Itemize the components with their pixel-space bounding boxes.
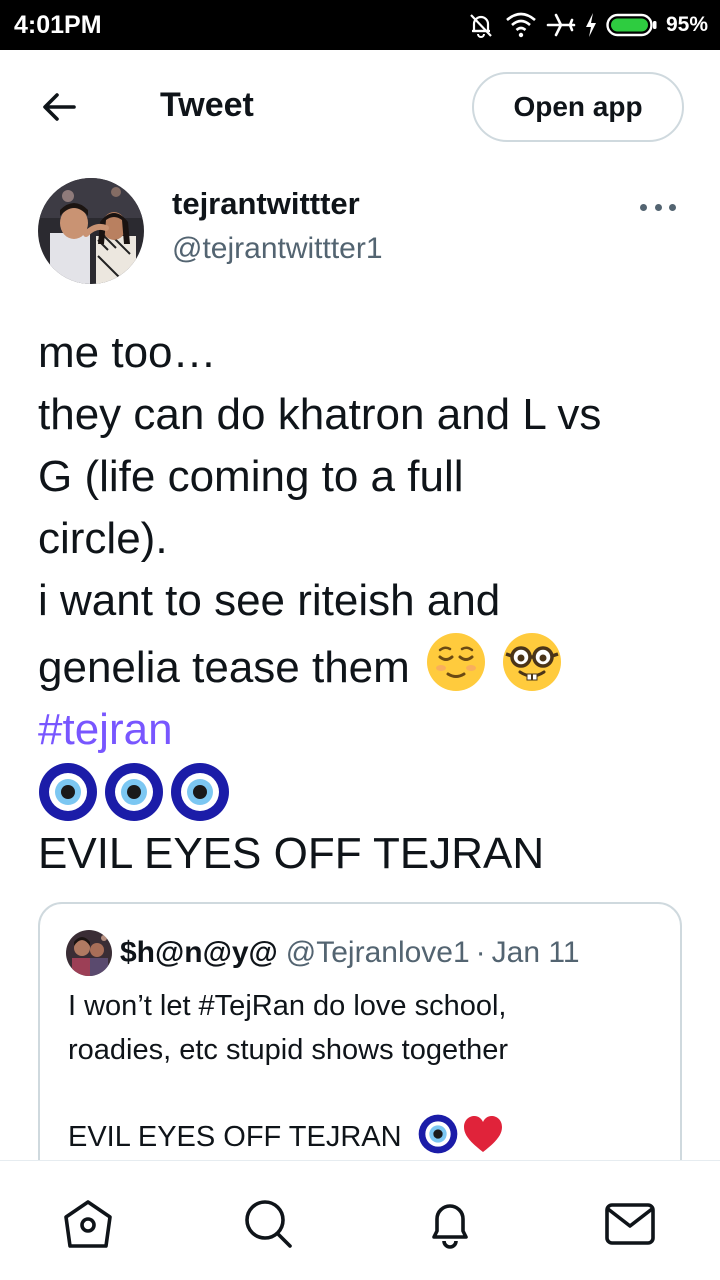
tweet-text: me too… they can do khatron and L vs G (… [38, 322, 698, 885]
battery-percentage: 95% [665, 13, 708, 36]
quoted-tweet-date: Jan 11 [491, 936, 580, 969]
messages-icon [605, 1203, 655, 1245]
header: Tweet Open app [0, 50, 720, 162]
battery-icon [606, 13, 657, 37]
quoted-text-line: roadies, etc stupid shows together [68, 1034, 509, 1066]
author-handle[interactable]: @tejrantwittter1 [172, 232, 383, 266]
quoted-tweet[interactable]: $h@n@y@ @Tejranlove1 · Jan 11 I won’t le… [38, 902, 682, 1202]
separator-dot: · [475, 936, 486, 969]
tweet-line: me too… [38, 328, 217, 377]
quoted-tweet-header: $h@n@y@ @Tejranlove1 · Jan 11 [66, 930, 580, 976]
nazar-amulet-emoji [105, 763, 163, 821]
tweet-line: G (life coming to a full [38, 452, 464, 501]
nazar-amulet-emoji [39, 763, 97, 821]
status-time: 4:01PM [14, 11, 102, 39]
open-app-button[interactable]: Open app [472, 72, 684, 142]
back-button[interactable] [34, 84, 84, 130]
more-options-button[interactable] [636, 192, 680, 222]
hashtag-link[interactable]: #tejran [38, 699, 698, 761]
status-bar: 4:01PM 95% [0, 0, 720, 50]
tweet-line: circle). [38, 514, 168, 563]
bottom-navigation [0, 1160, 720, 1280]
notifications-off-icon [470, 14, 492, 38]
arrow-left-icon [43, 93, 76, 121]
nav-home-button[interactable] [58, 1197, 118, 1251]
tweet-line-with-emoji: genelia tease them [38, 632, 698, 699]
notifications-icon [432, 1204, 468, 1249]
home-icon [64, 1200, 112, 1248]
nazar-amulet-emoji [418, 1114, 457, 1154]
more-dots-icon [640, 203, 647, 211]
tweet-line: EVIL EYES OFF TEJRAN [38, 829, 545, 878]
tweet-line: they can do khatron and L vs [38, 390, 602, 439]
tweet-line: genelia tease them [38, 643, 410, 692]
author-name[interactable]: tejrantwittter [172, 186, 360, 222]
red-heart-emoji [463, 1116, 502, 1152]
nav-messages-button[interactable] [600, 1197, 660, 1251]
quoted-text-line-with-emoji: EVIL EYES OFF TEJRAN [68, 1114, 668, 1159]
nav-search-button[interactable] [238, 1197, 298, 1251]
charging-icon [585, 13, 596, 37]
quoted-author-handle: @Tejranlove1 [285, 936, 470, 969]
page-title: Tweet [160, 86, 254, 124]
quoted-author-avatar [66, 930, 112, 976]
quoted-author-name: $h@n@y@ [120, 936, 278, 969]
author-avatar[interactable] [38, 178, 144, 284]
quoted-tweet-text: I won’t let #TejRan do love school, road… [68, 984, 668, 1159]
nazar-amulet-emoji [171, 763, 229, 821]
status-icons: 95% [466, 8, 708, 42]
airplane-icon [546, 13, 576, 37]
wifi-icon [506, 12, 536, 38]
tweet-line: i want to see riteish and [38, 576, 501, 625]
nazar-emoji-row [38, 761, 698, 823]
quoted-text-line: I won’t let #TejRan do love school, [68, 990, 507, 1022]
nerd-face-emoji [503, 633, 562, 691]
search-icon [245, 1200, 292, 1248]
nav-notifications-button[interactable] [420, 1197, 480, 1251]
relieved-face-emoji [427, 633, 486, 691]
quoted-text-line: EVIL EYES OFF TEJRAN [68, 1121, 402, 1153]
